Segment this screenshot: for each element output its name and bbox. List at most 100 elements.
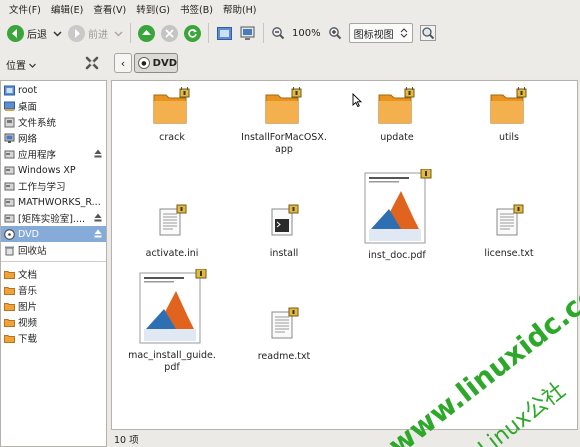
breadcrumb-dvd[interactable]: ● DVD xyxy=(134,53,178,73)
toolbar-separator xyxy=(263,23,264,43)
sidebar-item-work[interactable]: 工作与学习 xyxy=(1,178,106,194)
view-mode-value: 图标视图 xyxy=(353,29,394,41)
chevron-down-icon xyxy=(29,63,37,68)
menu-edit[interactable]: 编辑(E) xyxy=(46,2,88,16)
file-item[interactable]: license.txt xyxy=(453,203,565,260)
sidebar-item-dvd[interactable]: DVD xyxy=(1,226,106,242)
sidebar-item-matlab-volume[interactable]: [矩阵实验室].... xyxy=(1,210,106,226)
network-icon xyxy=(4,133,15,143)
locked-executable-icon xyxy=(271,204,299,236)
eject-icon[interactable] xyxy=(94,213,102,222)
menu-go[interactable]: 转到(G) xyxy=(131,2,175,16)
zoom-in-icon xyxy=(328,27,341,40)
eject-icon[interactable] xyxy=(94,229,102,238)
home-button[interactable] xyxy=(213,21,236,45)
zoom-out-icon xyxy=(272,27,285,40)
file-name: update xyxy=(380,132,414,143)
locked-pdf-thumbnail-icon xyxy=(364,168,432,244)
file-name: install xyxy=(269,248,299,259)
sidebar-item-label: 音乐 xyxy=(18,286,38,297)
zoom-in-button[interactable] xyxy=(325,21,345,45)
sidebar-item-pictures[interactable]: 图片 xyxy=(1,298,106,314)
eject-icon[interactable] xyxy=(94,149,102,158)
home-folder-icon xyxy=(217,26,232,40)
sidebar-item-downloads[interactable]: 下载 xyxy=(1,330,106,346)
stop-icon xyxy=(161,24,178,42)
updown-arrows-icon xyxy=(400,28,407,38)
sidebar-item-desktop[interactable]: 桌面 xyxy=(1,98,106,114)
back-arrow-icon xyxy=(7,24,24,42)
menu-bookmarks[interactable]: 书签(B) xyxy=(175,2,218,16)
sidebar-item-network[interactable]: 网络 xyxy=(1,130,106,146)
drive-icon xyxy=(4,214,15,222)
menu-file[interactable]: 文件(F) xyxy=(4,2,46,16)
sidebar-divider xyxy=(1,261,106,262)
reload-button[interactable] xyxy=(181,21,204,45)
locked-text-file-icon xyxy=(159,204,187,236)
locked-folder-icon xyxy=(265,84,302,124)
computer-icon xyxy=(240,26,255,40)
forward-label: 前进 xyxy=(88,29,108,41)
breadcrumb-label: DVD xyxy=(152,57,177,69)
menu-view[interactable]: 查看(V) xyxy=(88,2,131,16)
desktop-icon xyxy=(4,101,15,111)
search-button[interactable] xyxy=(417,21,439,45)
file-name: crack xyxy=(159,132,185,143)
locked-pdf-thumbnail-icon xyxy=(139,268,207,344)
file-name: activate.ini xyxy=(145,248,199,259)
sidebar-item-trash[interactable]: 回收站 xyxy=(1,242,106,258)
file-item[interactable]: InstallForMacOSX. app xyxy=(228,84,340,156)
file-item[interactable]: readme.txt xyxy=(228,306,340,363)
sidebar-item-label: 回收站 xyxy=(18,246,47,257)
drive-icon xyxy=(4,198,15,206)
zoom-out-button[interactable] xyxy=(268,21,288,45)
sidebar-item-label: 网络 xyxy=(18,134,38,145)
home-icon xyxy=(4,85,15,95)
file-item[interactable]: crack xyxy=(116,84,228,144)
file-item[interactable]: mac_install_guide. pdf xyxy=(116,268,228,374)
drive-icon xyxy=(4,166,15,174)
sidebar-item-root[interactable]: root xyxy=(1,82,106,98)
file-name: utils xyxy=(499,132,519,143)
sidebar-item-videos[interactable]: 视频 xyxy=(1,314,106,330)
close-sidebar-icon[interactable] xyxy=(84,55,100,71)
sidebar-item-music[interactable]: 音乐 xyxy=(1,282,106,298)
sidebar-item-label: 图片 xyxy=(18,302,38,313)
menu-bar: 文件(F) 编辑(E) 查看(V) 转到(G) 书签(B) 帮助(H) xyxy=(0,0,580,18)
file-item[interactable]: utils xyxy=(453,84,565,144)
file-item[interactable]: activate.ini xyxy=(116,203,228,260)
sidebar-type-select[interactable]: 位置 xyxy=(6,57,37,72)
sidebar-item-label: MATHWORKS_R... xyxy=(18,196,101,208)
locked-text-file-icon xyxy=(496,204,524,236)
drive-icon xyxy=(4,150,15,158)
path-back-button[interactable]: ‹ xyxy=(114,53,132,73)
file-name: readme.txt xyxy=(257,351,311,362)
reload-icon xyxy=(184,24,201,42)
locked-folder-icon xyxy=(490,84,527,124)
menu-help[interactable]: 帮助(H) xyxy=(218,2,262,16)
forward-arrow-icon xyxy=(68,24,85,42)
stop-button[interactable] xyxy=(158,21,181,45)
sidebar-item-label: [矩阵实验室].... xyxy=(18,214,85,225)
forward-button[interactable]: 前进 xyxy=(65,21,111,45)
sidebar-item-mathworks[interactable]: MATHWORKS_R... xyxy=(1,194,106,210)
forward-history-dropdown[interactable] xyxy=(111,21,126,45)
file-name: mac_install_guide. pdf xyxy=(128,350,216,373)
computer-button[interactable] xyxy=(236,21,259,45)
file-name: inst_doc.pdf xyxy=(368,250,426,261)
back-history-dropdown[interactable] xyxy=(50,21,65,45)
sidebar-item-label: DVD xyxy=(18,228,39,240)
sidebar-item-filesystem[interactable]: 文件系统 xyxy=(1,114,106,130)
file-item[interactable]: inst_doc.pdf xyxy=(341,168,453,262)
view-mode-select[interactable]: 图标视图 xyxy=(348,23,413,43)
sidebar-item-applications[interactable]: 应用程序 xyxy=(1,146,106,162)
file-item[interactable]: install xyxy=(228,203,340,260)
trash-icon xyxy=(5,246,14,255)
sidebar-item-label: root xyxy=(18,84,38,96)
folder-icon xyxy=(4,302,15,311)
sidebar-item-windows-xp[interactable]: Windows XP xyxy=(1,162,106,178)
sidebar-item-label: 应用程序 xyxy=(18,150,57,161)
up-button[interactable] xyxy=(135,21,158,45)
sidebar-item-documents[interactable]: 文档 xyxy=(1,266,106,282)
back-button[interactable]: 后退 xyxy=(4,21,50,45)
